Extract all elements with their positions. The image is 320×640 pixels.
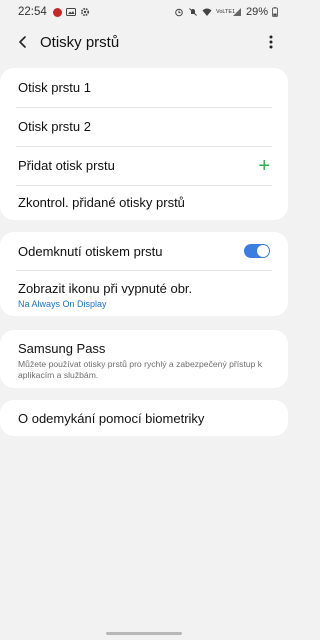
add-fingerprint-row[interactable]: Přidat otisk prstu + bbox=[0, 146, 288, 185]
show-icon-row[interactable]: Zobrazit ikonu při vypnuté obr. Na Alway… bbox=[0, 270, 288, 316]
check-fingerprints-row[interactable]: Zkontrol. přidané otisky prstů bbox=[0, 185, 288, 220]
home-gesture-bar[interactable] bbox=[106, 632, 182, 635]
about-biometrics-label: O odemykání pomocí biometriky bbox=[18, 410, 205, 426]
back-arrow-icon bbox=[19, 36, 26, 48]
alarm-icon bbox=[175, 8, 183, 17]
samsung-pass-title: Samsung Pass bbox=[18, 341, 106, 356]
more-vert-icon bbox=[269, 35, 273, 49]
samsung-pass-card[interactable]: Samsung Pass Můžete používat otisky prst… bbox=[0, 330, 288, 388]
add-fingerprint-label: Přidat otisk prstu bbox=[18, 158, 115, 173]
show-icon-subtitle: Na Always On Display bbox=[18, 299, 107, 309]
check-fingerprints-label: Zkontrol. přidané otisky prstů bbox=[18, 195, 185, 210]
fingerprint-item-1[interactable]: Otisk prstu 1 bbox=[0, 68, 288, 107]
app-bar: Otisky prstů bbox=[0, 26, 288, 58]
fingerprint-unlock-toggle[interactable] bbox=[244, 244, 270, 258]
battery-icon bbox=[272, 7, 278, 17]
samsung-pass-description: Můžete používat otisky prstů pro rychlý … bbox=[18, 359, 263, 380]
settings-notification-icon bbox=[80, 7, 89, 17]
battery-percent: 29% bbox=[245, 6, 268, 18]
fingerprint-unlock-label: Odemknutí otiskem prstu bbox=[18, 243, 163, 259]
fingerprints-card: Otisk prstu 1 Otisk prstu 2 Přidat otisk… bbox=[0, 68, 288, 220]
fingerprint-unlock-row[interactable]: Odemknutí otiskem prstu bbox=[0, 232, 288, 270]
status-left: 22:54 bbox=[18, 6, 90, 18]
status-bar: 22:54 VoLTE1 29% bbox=[0, 0, 288, 24]
page-title: Otisky prstů bbox=[40, 33, 120, 51]
mute-icon bbox=[189, 8, 197, 16]
status-time: 22:54 bbox=[18, 6, 47, 18]
toggle-knob bbox=[257, 245, 269, 257]
fingerprint-item-2[interactable]: Otisk prstu 2 bbox=[0, 107, 288, 146]
more-options-button[interactable] bbox=[262, 31, 280, 53]
show-icon-label: Zobrazit ikonu při vypnuté obr. bbox=[18, 281, 193, 296]
unlock-card: Odemknutí otiskem prstu Zobrazit ikonu p… bbox=[0, 232, 288, 316]
add-icon[interactable]: + bbox=[258, 156, 270, 176]
signal-icon bbox=[232, 8, 241, 16]
about-biometrics-row[interactable]: O odemykání pomocí biometriky bbox=[0, 400, 288, 436]
app-notification-icon bbox=[52, 7, 62, 17]
gallery-notification-icon bbox=[65, 8, 76, 16]
network-type-label: VoLTE1 bbox=[215, 9, 236, 15]
wifi-icon bbox=[202, 8, 212, 16]
fingerprint-item-label: Otisk prstu 2 bbox=[18, 119, 91, 134]
fingerprint-item-label: Otisk prstu 1 bbox=[18, 80, 91, 95]
status-right: VoLTE1 29% bbox=[174, 6, 278, 18]
back-button[interactable] bbox=[12, 31, 34, 53]
about-biometrics-card[interactable]: O odemykání pomocí biometriky bbox=[0, 400, 288, 436]
